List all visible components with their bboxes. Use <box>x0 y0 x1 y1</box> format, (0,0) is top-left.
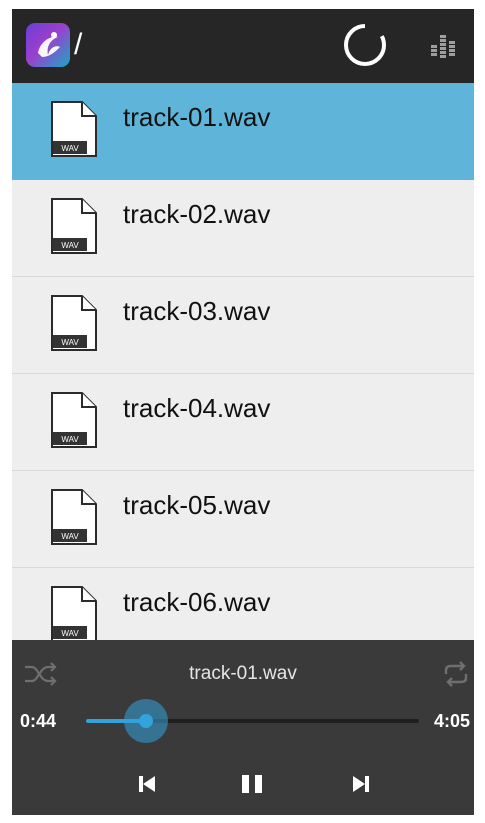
skip-next-icon[interactable] <box>345 768 377 800</box>
file-row[interactable]: WAV track-03.wav <box>12 277 474 374</box>
wav-file-icon: WAV <box>51 295 97 351</box>
file-row[interactable]: WAV track-06.wav <box>12 568 474 640</box>
file-row[interactable]: WAV track-04.wav <box>12 374 474 471</box>
equalizer-icon[interactable] <box>430 33 456 59</box>
skip-previous-icon[interactable] <box>131 768 163 800</box>
player-bar: track-01.wav 0:44 4:05 <box>12 640 474 815</box>
wav-file-icon: WAV <box>51 198 97 254</box>
wav-badge: WAV <box>61 435 79 444</box>
file-name: track-01.wav <box>123 102 271 132</box>
file-row[interactable]: WAV track-02.wav <box>12 180 474 277</box>
file-row[interactable]: WAV track-01.wav <box>12 83 474 180</box>
current-path: / <box>74 28 83 61</box>
wav-file-icon: WAV <box>51 392 97 448</box>
wav-file-icon: WAV <box>51 489 97 545</box>
wav-badge: WAV <box>61 241 79 250</box>
app-logo-icon[interactable] <box>26 23 70 67</box>
wav-badge: WAV <box>61 144 79 153</box>
file-name: track-05.wav <box>123 490 271 520</box>
wav-file-icon: WAV <box>51 101 97 157</box>
total-time: 4:05 <box>433 711 470 731</box>
loading-spinner-icon <box>344 23 386 66</box>
repeat-icon[interactable] <box>442 660 470 688</box>
wav-badge: WAV <box>61 532 79 541</box>
file-name: track-04.wav <box>123 393 271 423</box>
seek-thumb[interactable] <box>138 714 153 728</box>
file-name: track-02.wav <box>123 199 271 229</box>
wav-badge: WAV <box>61 629 79 638</box>
file-row[interactable]: WAV track-05.wav <box>12 471 474 568</box>
file-list: WAV track-01.wav WAV track-02.wav WAV tr… <box>12 83 474 640</box>
pause-icon[interactable] <box>236 768 268 800</box>
top-bar: / <box>12 9 474 83</box>
music-player-screen: / WAV track-01.wav WAV track-02.wav WAV … <box>12 9 474 815</box>
now-playing-title: track-01.wav <box>189 663 297 684</box>
file-name: track-03.wav <box>123 296 271 326</box>
elapsed-time: 0:44 <box>20 711 57 731</box>
wav-badge: WAV <box>61 338 79 347</box>
app-logo-glyph <box>38 32 60 57</box>
wav-file-icon: WAV <box>51 586 97 640</box>
file-name: track-06.wav <box>123 587 271 617</box>
